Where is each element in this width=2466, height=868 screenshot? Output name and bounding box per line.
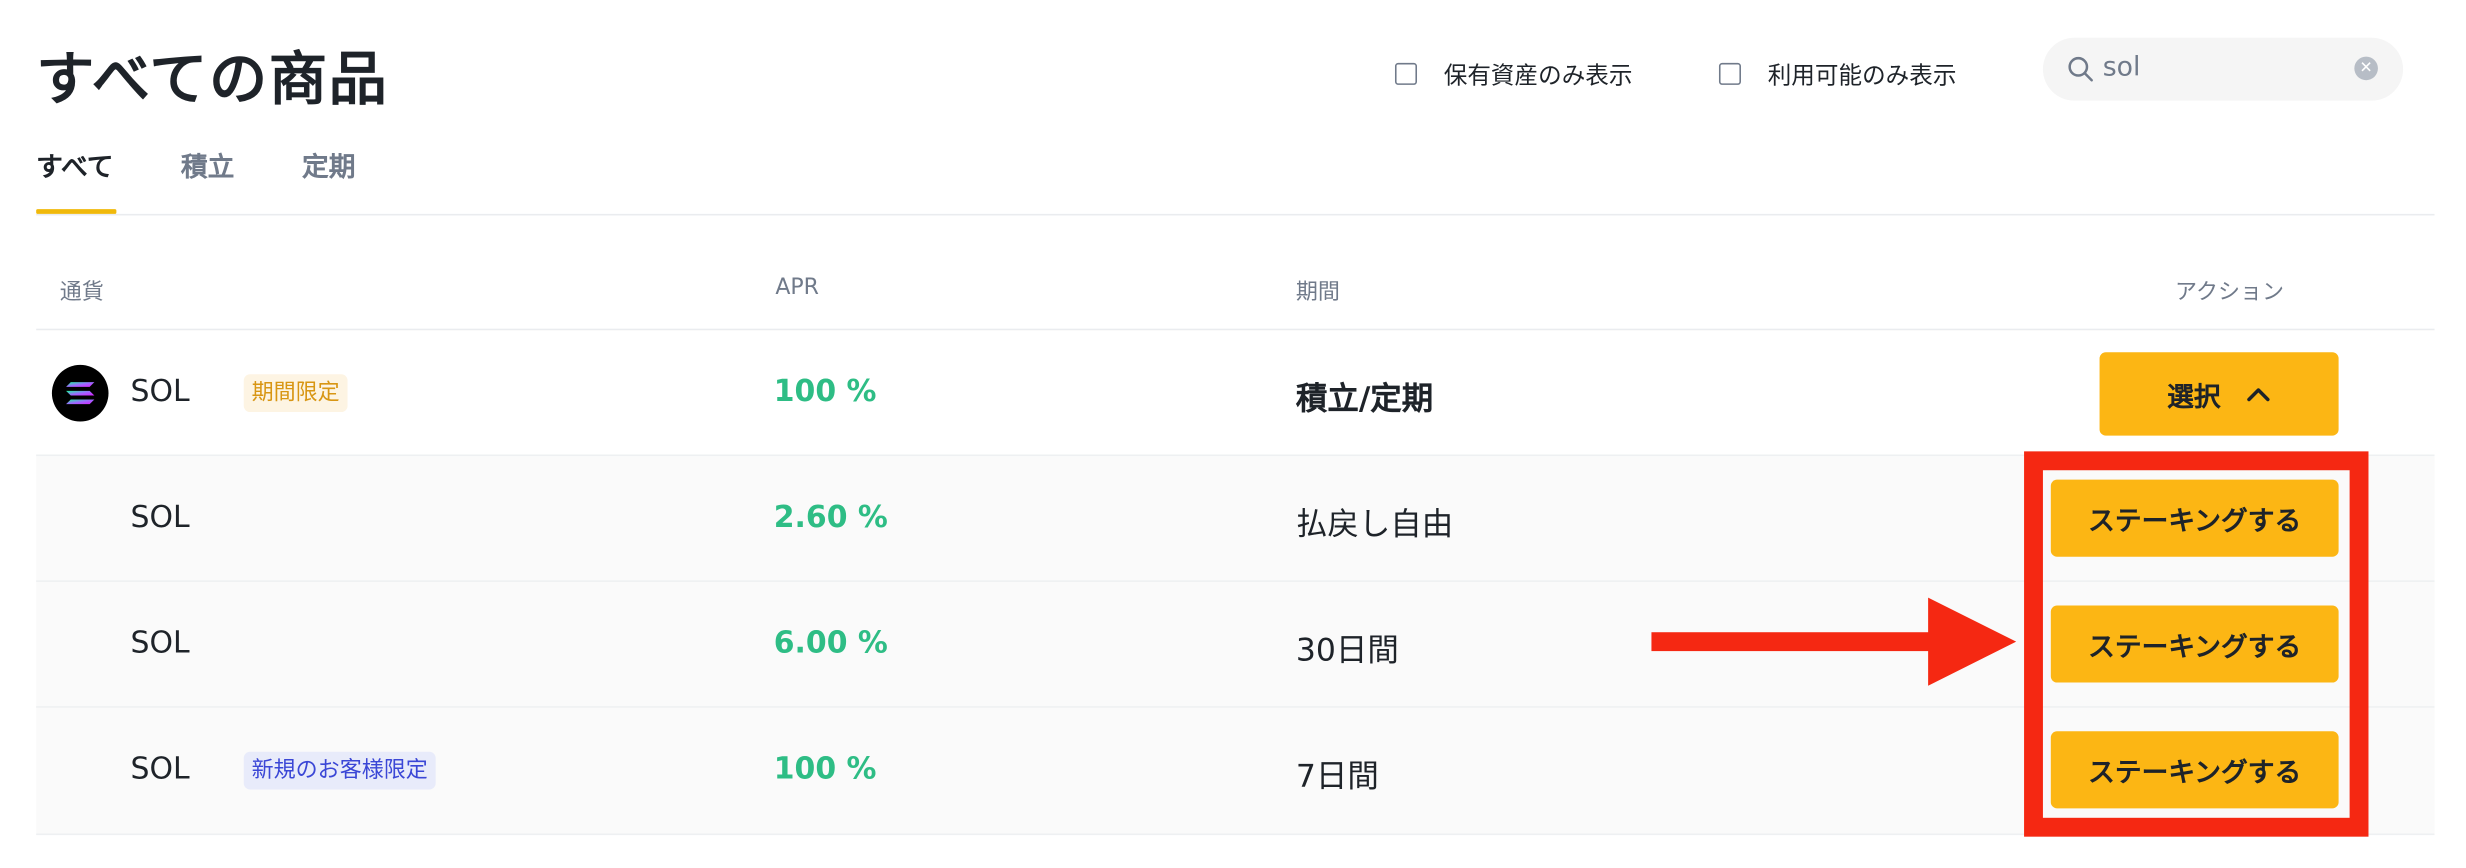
held-assets-only-checkbox[interactable]: 保有資産のみ表示 xyxy=(1394,58,1633,89)
period-value: 7日間 xyxy=(1295,756,1379,795)
clear-search-icon[interactable]: ✕ xyxy=(2354,56,2378,81)
coin-name: SOL xyxy=(130,625,190,661)
tab-flexible[interactable]: 積立 xyxy=(181,145,234,184)
page-title: すべての商品 xyxy=(36,45,389,114)
coin-name: SOL xyxy=(130,374,190,409)
period-value: 30日間 xyxy=(1295,630,1399,669)
checkbox-label: 利用可能のみ表示 xyxy=(1767,60,1957,89)
coin-name: SOL xyxy=(130,500,190,535)
tab-locked[interactable]: 定期 xyxy=(302,145,355,184)
product-tabs: すべて 積立 定期 xyxy=(36,145,2435,216)
apr-value: 100 % xyxy=(773,751,877,787)
annotation-arrow-icon xyxy=(1651,594,2021,695)
table-row-group: SOL 期間限定 100 % 積立/定期 選択 xyxy=(36,330,2434,456)
search-box[interactable]: sol ✕ xyxy=(2042,37,2404,101)
chevron-up-icon xyxy=(2246,378,2271,409)
header-period: 期間 xyxy=(1295,279,1340,306)
select-button[interactable]: 選択 xyxy=(2099,352,2339,436)
search-icon xyxy=(2067,55,2095,90)
new-customer-badge: 新規のお客様限定 xyxy=(243,751,436,790)
header-action: アクション xyxy=(2175,279,2285,306)
coin-name: SOL xyxy=(130,751,190,787)
checkbox-box[interactable] xyxy=(1394,62,1418,85)
apr-value: 6.00 % xyxy=(773,625,888,661)
select-button-label: 選択 xyxy=(2167,382,2221,413)
period-value: 積立/定期 xyxy=(1295,379,1434,417)
period-value: 払戻し自由 xyxy=(1295,504,1454,543)
table-header: 通貨 APR 期間 アクション xyxy=(36,252,2435,331)
apr-value: 100 % xyxy=(773,374,877,409)
header-apr: APR xyxy=(775,275,819,301)
search-input[interactable]: sol xyxy=(2103,52,2141,83)
earn-products-page: すべての商品 保有資産のみ表示 利用可能のみ表示 sol ✕ すべて 積立 定期… xyxy=(0,0,2466,862)
tab-all[interactable]: すべて xyxy=(36,145,113,184)
sol-logo-icon xyxy=(51,364,109,422)
header-currency: 通貨 xyxy=(59,279,104,306)
available-only-checkbox[interactable]: 利用可能のみ表示 xyxy=(1718,58,1957,89)
annotation-highlight-box xyxy=(2024,451,2369,837)
checkbox-box[interactable] xyxy=(1718,62,1741,85)
active-tab-indicator xyxy=(36,209,117,214)
apr-value: 2.60 % xyxy=(773,500,888,535)
checkbox-label: 保有資産のみ表示 xyxy=(1443,60,1633,89)
limited-time-badge: 期間限定 xyxy=(243,374,348,413)
